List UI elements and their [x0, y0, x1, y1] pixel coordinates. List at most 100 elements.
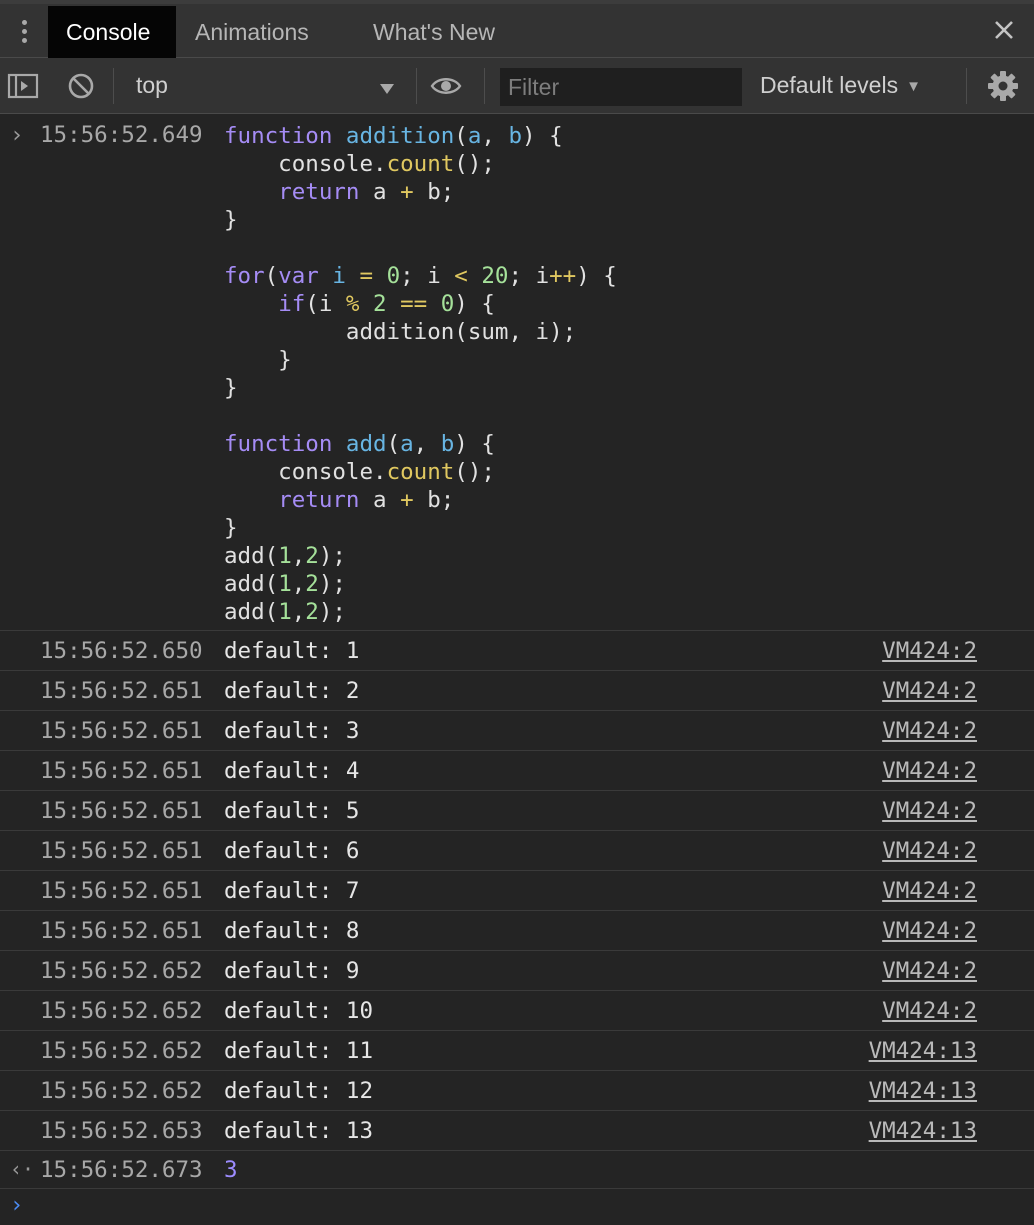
code-token: (); — [454, 459, 495, 485]
source-link[interactable]: VM424:2 — [882, 958, 977, 984]
code-line: return a + b; — [224, 486, 617, 514]
message-timestamp: 15:56:52.652 — [40, 958, 203, 984]
code-token: i — [332, 263, 346, 289]
kebab-menu-icon[interactable] — [0, 4, 48, 58]
console-toolbar: top Default levels ▼ — [0, 58, 1034, 114]
log-levels-label: Default levels — [760, 72, 899, 98]
message-timestamp: 15:56:52.651 — [40, 798, 203, 824]
code-token: , — [413, 431, 441, 457]
log-row: 15:56:52.652 default: 10 VM424:2 — [0, 991, 1034, 1031]
source-link[interactable]: VM424:13 — [869, 1038, 977, 1064]
message-timestamp: 15:56:52.651 — [40, 838, 203, 864]
code-token: } — [224, 375, 238, 401]
log-message-text: default: 13 — [224, 1118, 374, 1144]
chevron-down-icon: ▼ — [906, 78, 921, 95]
message-timestamp: 15:56:52.651 — [40, 918, 203, 944]
code-line: add(1,2); — [224, 542, 617, 570]
clear-console-icon[interactable] — [65, 70, 97, 102]
log-message-text: default: 10 — [224, 998, 374, 1024]
source-link[interactable]: VM424:2 — [882, 878, 977, 904]
chevron-down-icon — [380, 84, 394, 94]
message-timestamp: 15:56:52.673 — [40, 1157, 203, 1183]
log-row: 15:56:52.651 default: 3 VM424:2 — [0, 711, 1034, 751]
code-token: for — [224, 263, 265, 289]
tab-whats-new[interactable]: What's New — [355, 6, 513, 58]
source-link[interactable]: VM424:13 — [869, 1118, 977, 1144]
code-token: ; i — [508, 263, 550, 289]
code-token: add( — [224, 599, 279, 625]
code-token: = — [359, 263, 374, 289]
code-token: function — [224, 431, 333, 457]
prompt-chevron-icon: › — [10, 1193, 24, 1218]
eye-icon[interactable] — [430, 70, 462, 102]
code-token: 1 — [278, 599, 292, 625]
console-input-entry[interactable]: › 15:56:52.649 function addition ( a, b ) {… — [0, 114, 1034, 631]
source-link[interactable]: VM424:2 — [882, 838, 977, 864]
source-link[interactable]: VM424:2 — [882, 998, 977, 1024]
devtools-tab-bar: Console Animations What's New — [0, 0, 1034, 58]
code-token: ); — [318, 599, 346, 625]
source-link[interactable]: VM424:2 — [882, 798, 977, 824]
toolbar-divider — [484, 68, 485, 104]
log-row: 15:56:52.651 default: 6 VM424:2 — [0, 831, 1034, 871]
console-prompt[interactable]: › — [0, 1189, 1034, 1225]
toolbar-divider — [966, 68, 967, 104]
log-message-text: default: 5 — [224, 798, 360, 824]
code-token: ( — [386, 431, 401, 457]
code-token: 2 — [305, 543, 319, 569]
code-token: < — [454, 263, 468, 289]
code-token: 1 — [278, 571, 292, 597]
message-timestamp: 15:56:52.652 — [40, 1078, 203, 1104]
log-row: 15:56:52.652 default: 11 VM424:13 — [0, 1031, 1034, 1071]
code-token: } — [224, 347, 292, 373]
code-token: console. — [224, 151, 387, 177]
log-message-text: default: 7 — [224, 878, 360, 904]
source-link[interactable]: VM424:2 — [882, 678, 977, 704]
code-token: b — [508, 123, 523, 149]
tab-console[interactable]: Console — [48, 6, 176, 58]
code-token: 0 — [386, 263, 401, 289]
source-link[interactable]: VM424:2 — [882, 758, 977, 784]
source-link[interactable]: VM424:2 — [882, 918, 977, 944]
code-token: b; — [413, 179, 455, 205]
code-token: a — [359, 179, 401, 205]
log-levels-dropdown[interactable]: Default levels ▼ — [760, 72, 921, 99]
code-token: a — [359, 487, 401, 513]
code-line: addition(sum, i); — [224, 318, 617, 346]
message-timestamp: 15:56:52.651 — [40, 878, 203, 904]
code-token: addition — [345, 123, 455, 149]
tab-animations[interactable]: Animations — [177, 6, 327, 58]
message-timestamp: 15:56:52.651 — [40, 758, 203, 784]
code-token: , — [481, 123, 509, 149]
source-link[interactable]: VM424:2 — [882, 638, 977, 664]
code-token: % — [345, 291, 360, 317]
message-timestamp: 15:56:52.651 — [40, 718, 203, 744]
code-token: 2 — [305, 571, 319, 597]
code-token: count — [386, 151, 455, 177]
code-token: 2 — [373, 291, 387, 317]
message-timestamp: 15:56:52.649 — [40, 122, 203, 148]
code-token: ) { — [454, 431, 495, 457]
log-row: 15:56:52.651 default: 8 VM424:2 — [0, 911, 1034, 951]
close-icon[interactable] — [990, 16, 1018, 44]
code-token: + — [400, 487, 414, 513]
code-line: for(var i = 0; i < 20; i++) { — [224, 262, 617, 290]
code-token: return — [278, 487, 360, 513]
source-link[interactable]: VM424:2 — [882, 718, 977, 744]
code-snippet: function addition ( a, b ) { console.count (… — [224, 122, 617, 626]
message-timestamp: 15:56:52.653 — [40, 1118, 203, 1144]
context-selector[interactable]: top — [122, 66, 410, 106]
console-messages: › 15:56:52.649 function addition ( a, b ) {… — [0, 114, 1034, 1225]
result-value[interactable]: 3 — [224, 1157, 238, 1183]
input-chevron-icon: › — [10, 122, 24, 148]
code-token: ); — [318, 571, 346, 597]
source-link[interactable]: VM424:13 — [869, 1078, 977, 1104]
gear-icon[interactable] — [987, 70, 1019, 102]
filter-input[interactable] — [500, 68, 742, 106]
sidebar-toggle-icon[interactable] — [7, 70, 39, 102]
